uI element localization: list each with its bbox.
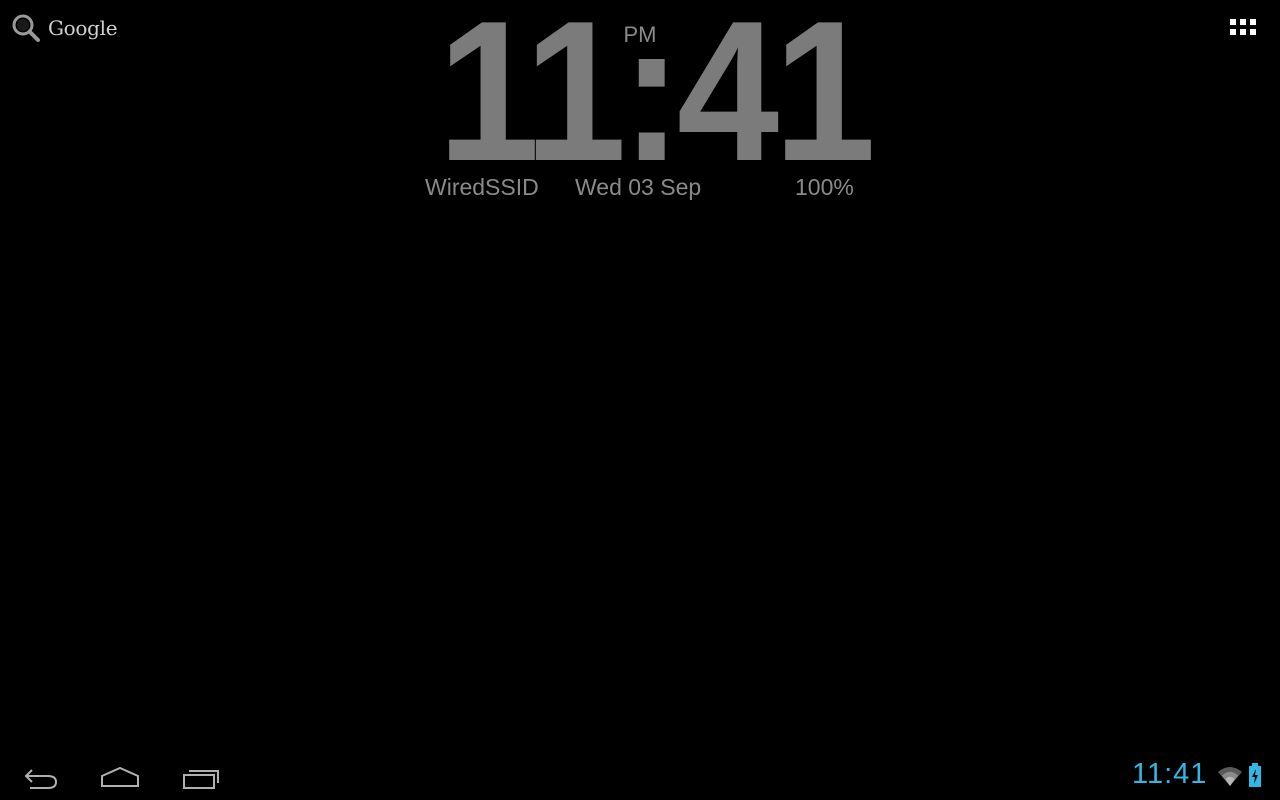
google-search-bar[interactable]: Google	[10, 10, 120, 46]
back-button[interactable]	[10, 760, 70, 794]
recent-apps-button[interactable]	[172, 760, 232, 794]
clock-widget[interactable]: 11:41 PM WiredSSID Wed 03 Sep 100%	[420, 0, 876, 210]
clock-battery: 100%	[795, 174, 854, 200]
wifi-icon	[1218, 767, 1242, 786]
recent-apps-icon	[183, 770, 219, 789]
clock-ssid: WiredSSID	[425, 174, 539, 200]
all-apps-button[interactable]	[1226, 14, 1262, 44]
clock-date: Wed 03 Sep	[575, 174, 702, 200]
clock-ampm: PM	[623, 22, 657, 47]
home-screen: Google 11:41 PM WiredSSID Wed 03 Sep 100…	[0, 0, 1280, 800]
battery-charging-icon	[1249, 763, 1261, 787]
home-button[interactable]	[90, 760, 150, 794]
back-arrow-icon	[24, 769, 58, 789]
grid-icon	[1230, 19, 1256, 35]
home-icon	[101, 766, 139, 787]
navigation-bar	[0, 752, 1280, 800]
google-search-label: Google	[48, 16, 118, 40]
status-clock[interactable]: 11:41	[1132, 758, 1207, 791]
search-icon	[12, 14, 40, 42]
